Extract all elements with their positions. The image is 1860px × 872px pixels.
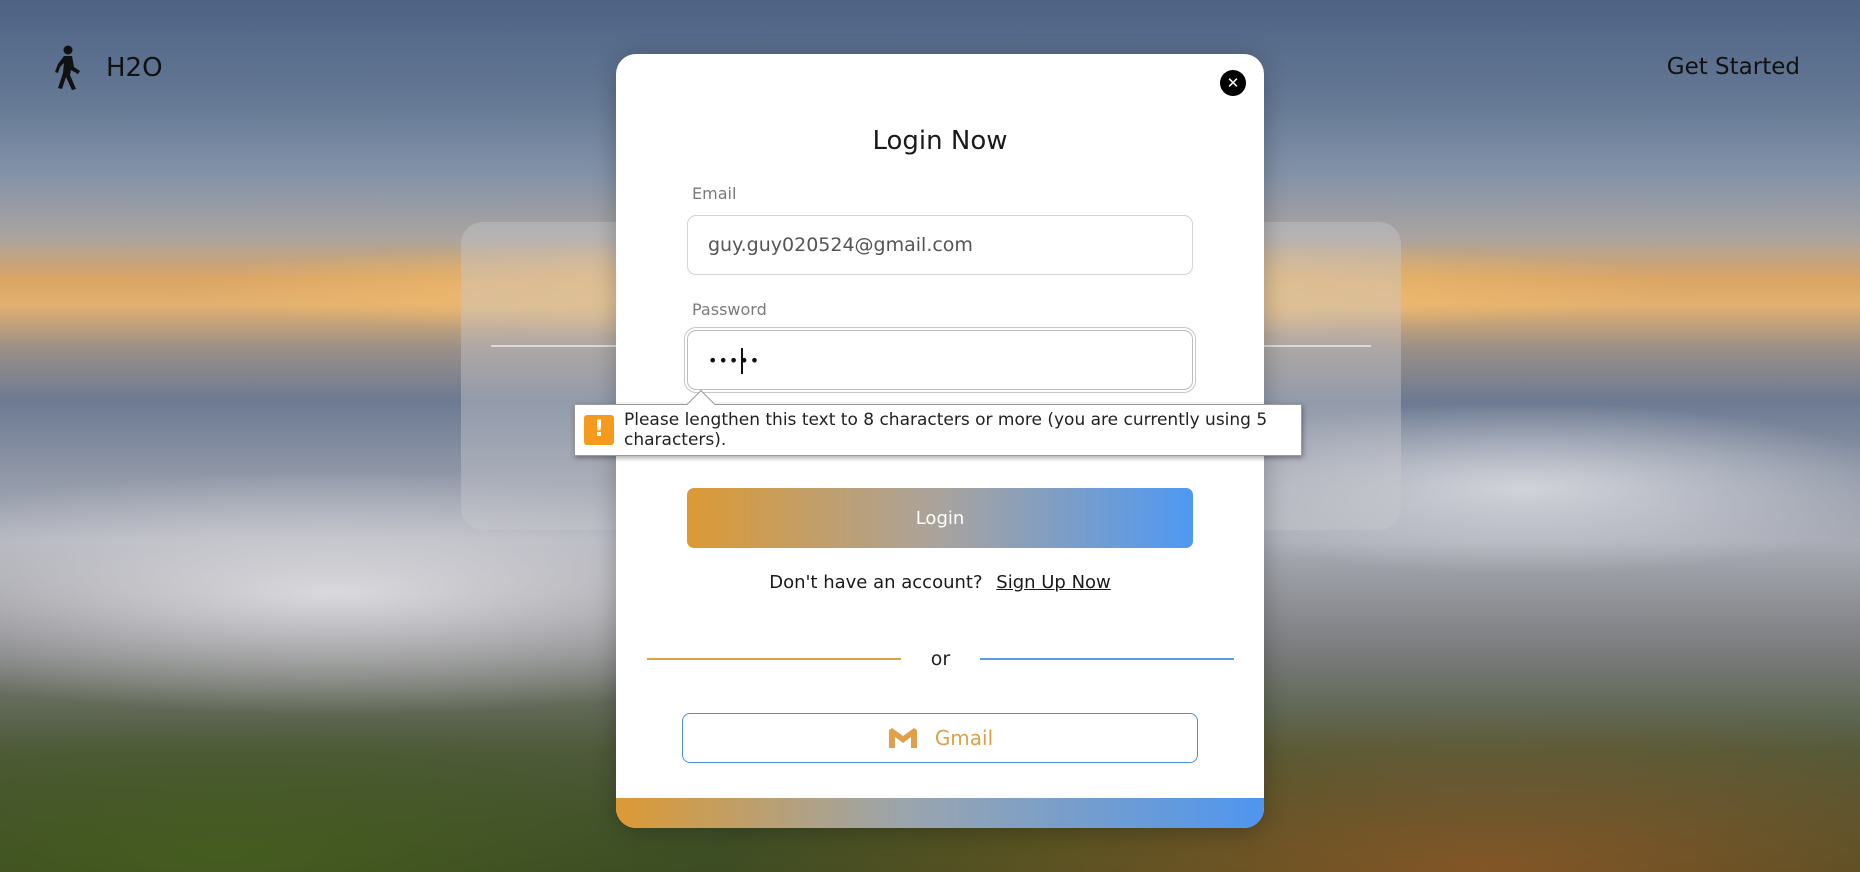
- gmail-button[interactable]: Gmail: [682, 713, 1198, 763]
- divider-text: or: [930, 648, 951, 670]
- get-started-link[interactable]: Get Started: [1667, 54, 1800, 80]
- divider-line-left: [647, 658, 901, 660]
- gmail-label: Gmail: [934, 726, 994, 750]
- brand-name: H2O: [106, 53, 163, 83]
- modal-footer-bar: [616, 798, 1264, 828]
- modal-title: Login Now: [872, 126, 1008, 156]
- password-field[interactable]: •••••: [687, 330, 1193, 390]
- password-label: Password: [692, 300, 767, 319]
- or-divider: or: [647, 644, 1234, 674]
- signup-prompt: Don't have an account?: [769, 572, 983, 593]
- gmail-icon: [888, 728, 917, 748]
- signup-link[interactable]: Sign Up Now: [996, 572, 1111, 593]
- divider-line-right: [980, 658, 1234, 660]
- brand[interactable]: H2O: [50, 44, 163, 92]
- close-icon[interactable]: ✕: [1220, 70, 1246, 96]
- email-field[interactable]: [687, 215, 1193, 275]
- validation-tooltip: ! Please lengthen this text to 8 charact…: [574, 389, 1302, 456]
- password-value: •••••: [708, 350, 761, 370]
- text-caret: [741, 348, 743, 374]
- email-label: Email: [692, 184, 737, 203]
- warning-icon: !: [584, 415, 614, 445]
- signup-row: Don't have an account? Sign Up Now: [616, 572, 1264, 593]
- tooltip-message: Please lengthen this text to 8 character…: [624, 410, 1268, 450]
- walking-person-icon: [55, 45, 80, 90]
- login-button[interactable]: Login: [687, 488, 1193, 548]
